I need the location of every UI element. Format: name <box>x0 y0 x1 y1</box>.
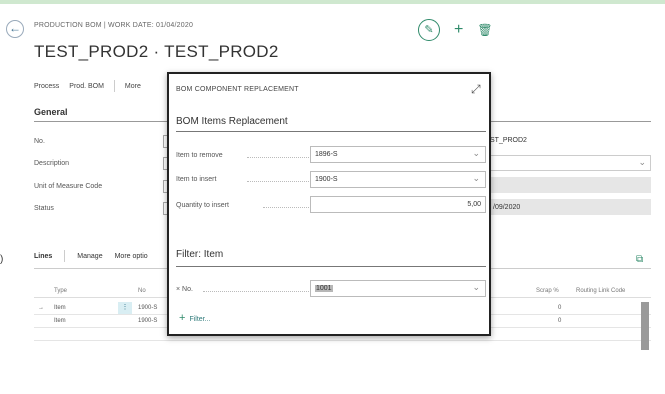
col-type[interactable]: Type <box>54 288 67 294</box>
plus-icon: + <box>179 312 186 324</box>
section-divider <box>176 266 486 267</box>
leader-dots <box>247 181 309 182</box>
label-item-to-insert: Item to insert <box>176 176 217 183</box>
lines-manage[interactable]: Manage <box>77 253 102 260</box>
col-routing-link[interactable]: Routing Link Code <box>576 288 625 294</box>
cell-type[interactable]: Item <box>54 318 66 324</box>
chevron-down-icon: ⌄ <box>638 157 646 167</box>
filter-label-no[interactable]: × No. <box>176 286 193 293</box>
add-filter-label: Filter... <box>189 316 211 323</box>
divider <box>64 250 66 262</box>
item-to-insert-select[interactable]: 1900-S ⌄ <box>310 171 486 188</box>
item-to-remove-select[interactable]: 1896-S ⌄ <box>310 146 486 163</box>
page: ← PRODUCTION BOM | WORK DATE: 01/04/2020… <box>0 4 665 394</box>
field-label-uom: Unit of Measure Code <box>34 183 103 190</box>
chevron-down-icon: ⌄ <box>472 148 480 158</box>
label-item-to-remove: Item to remove <box>176 152 223 159</box>
chevron-down-icon: ⌄ <box>472 173 480 183</box>
breadcrumb: PRODUCTION BOM | WORK DATE: 01/04/2020 <box>34 22 194 29</box>
col-no[interactable]: No <box>138 288 146 294</box>
resize-icon[interactable]: ⤢ <box>471 82 481 97</box>
lines-title: Lines <box>34 252 53 260</box>
left-fragment: ) <box>0 254 4 265</box>
delete-trash-icon[interactable]: 🗑 <box>477 20 492 40</box>
header-actions: ✎ + 🗑 <box>418 19 493 41</box>
lines-more-options[interactable]: More optio <box>115 253 148 260</box>
col-scrap[interactable]: Scrap % <box>536 288 559 294</box>
lines-bar: Lines Manage More optio <box>34 250 148 262</box>
leader-dots <box>203 291 309 292</box>
item-to-insert-value: 1900-S <box>315 176 338 183</box>
action-process[interactable]: Process <box>34 83 59 90</box>
section-title-filter: Filter: Item <box>176 249 224 260</box>
chevron-down-icon: ⌄ <box>472 282 480 292</box>
action-more[interactable]: More <box>125 83 141 90</box>
right-dropdown[interactable]: ⌄ <box>488 155 651 171</box>
field-label-no: No. <box>34 138 45 145</box>
expand-icon[interactable]: ⧉ <box>636 254 643 265</box>
cell-scrap[interactable]: 0 <box>558 305 561 311</box>
label-quantity-to-insert: Quantity to insert <box>176 202 229 209</box>
field-label-description: Description <box>34 160 70 167</box>
row-menu-icon[interactable]: ⋮ <box>118 302 132 314</box>
row-arrow: → <box>38 305 44 311</box>
page-title: TEST_PROD2 · TEST_PROD2 <box>34 42 279 61</box>
no-value: ST_PROD2 <box>488 133 651 149</box>
item-to-remove-value: 1896-S <box>315 151 338 158</box>
leader-dots <box>247 157 309 158</box>
section-title-replacement: BOM Items Replacement <box>176 116 288 127</box>
scrollbar[interactable] <box>641 302 649 350</box>
right-date-field: /09/2020 <box>488 199 651 215</box>
edit-pencil-icon[interactable]: ✎ <box>418 19 440 41</box>
add-filter-link[interactable]: + Filter... <box>179 312 210 324</box>
cell-no[interactable]: 1900-S <box>138 305 157 311</box>
add-plus-icon[interactable]: + <box>454 20 463 40</box>
bom-replacement-dialog: BOM COMPONENT REPLACEMENT ⤢ BOM Items Re… <box>167 72 491 336</box>
action-bar: Process Prod. BOM More <box>34 80 141 92</box>
cell-type[interactable]: Item <box>54 305 66 311</box>
cell-scrap[interactable]: 0 <box>558 318 561 324</box>
action-prod-bom[interactable]: Prod. BOM <box>69 83 104 90</box>
cell-no[interactable]: 1900-S <box>138 318 157 324</box>
field-label-status: Status <box>34 205 54 212</box>
quantity-to-insert-input[interactable]: 5,00 <box>310 196 486 213</box>
divider <box>113 80 115 92</box>
general-section-title: General <box>34 107 68 117</box>
back-arrow-icon[interactable]: ← <box>6 20 24 38</box>
filter-no-select[interactable]: 1001 ⌄ <box>310 280 486 297</box>
filter-no-value: 1001 <box>315 285 333 292</box>
section-divider <box>176 131 486 132</box>
dialog-title: BOM COMPONENT REPLACEMENT <box>176 86 299 93</box>
leader-dots <box>263 207 309 208</box>
right-readonly-field <box>488 177 651 193</box>
